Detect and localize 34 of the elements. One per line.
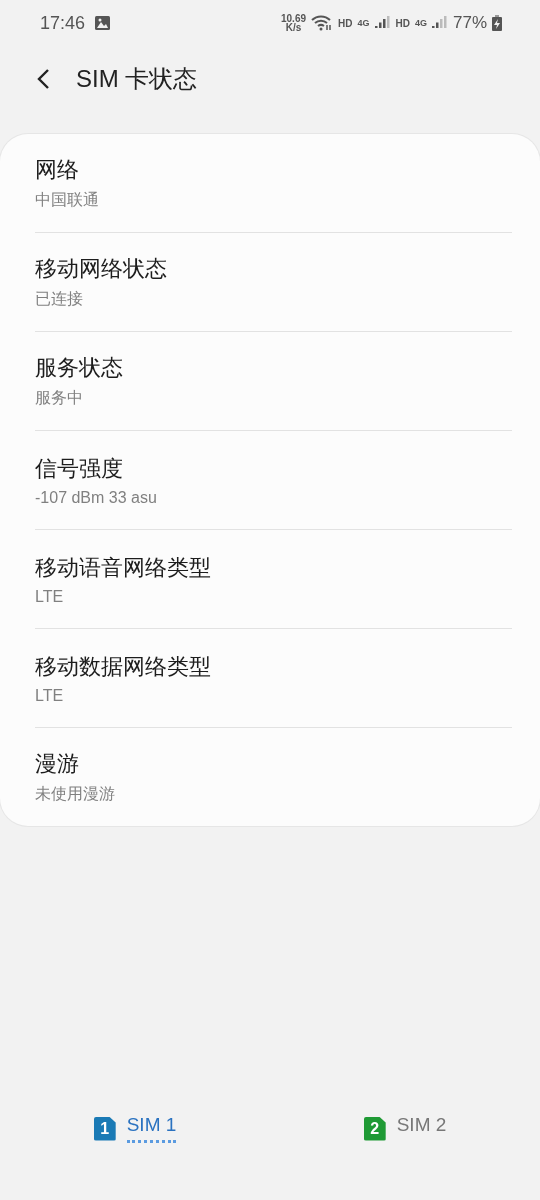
wifi-icon: [311, 15, 334, 31]
item-value: LTE: [35, 686, 65, 705]
sim-card-icon: 1: [93, 1116, 116, 1141]
battery-percent: 77%: [452, 13, 487, 33]
item-value: 已连接: [35, 289, 84, 309]
item-value: -107 dBm 33 asu: [35, 488, 158, 507]
item-title: 信号强度: [35, 454, 124, 483]
item-value: 中国联通: [35, 190, 100, 210]
item-title: 网络: [35, 156, 80, 184]
sim-card-icon: 2: [363, 1116, 386, 1141]
sim-tab[interactable]: 2 SIM 2: [270, 1114, 540, 1143]
image-icon: [95, 16, 111, 30]
speed-unit: K/s: [285, 23, 302, 32]
item-title: 漫游: [35, 750, 80, 778]
speed-value: 10.69: [281, 14, 307, 23]
network-type: 4G: [414, 18, 427, 28]
item-value: LTE: [35, 587, 65, 606]
signal-icon: [431, 16, 448, 30]
battery-charging-icon: [492, 15, 502, 31]
network-type: 4G: [357, 18, 370, 28]
tab-label[interactable]: SIM 1: [126, 1114, 177, 1143]
hd-label: HD: [338, 17, 353, 29]
signal-icon: [374, 16, 391, 30]
sim-tab[interactable]: 1 SIM 1: [0, 1114, 270, 1143]
tab-label[interactable]: SIM 2: [396, 1114, 447, 1143]
hd-label: HD: [395, 17, 410, 29]
clock-time: 17:46: [40, 12, 86, 34]
item-title: 服务状态: [35, 354, 124, 382]
item-title: 移动语音网络类型: [35, 553, 212, 582]
page-title: SIM 卡状态: [76, 64, 198, 94]
item-value: 未使用漫游: [35, 784, 116, 804]
item-title: 移动网络状态: [35, 255, 168, 283]
item-value: 服务中: [35, 388, 84, 408]
item-title: 移动数据网络类型: [35, 652, 212, 681]
